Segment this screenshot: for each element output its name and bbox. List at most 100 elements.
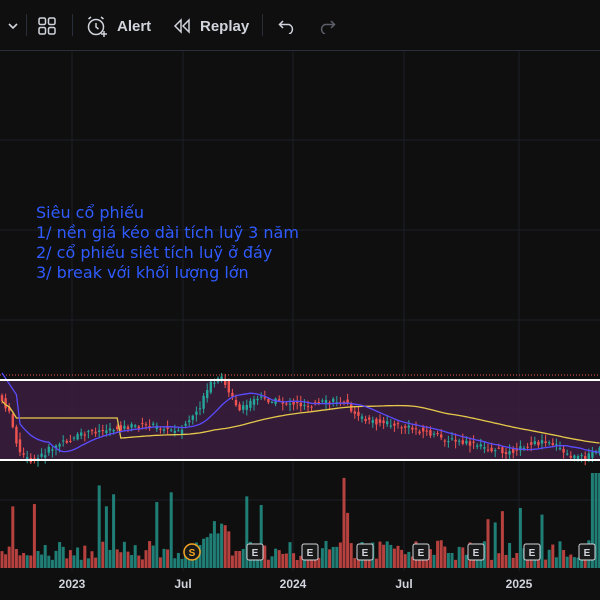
volume-bar [479, 559, 483, 568]
candle-body [569, 455, 572, 458]
alert-button[interactable]: Alert [85, 12, 151, 40]
undo-icon[interactable] [278, 12, 296, 40]
candle-body [332, 398, 335, 402]
earnings-marker-label: E [307, 548, 314, 559]
volume-bar [385, 541, 389, 568]
candle-body [98, 430, 101, 432]
volume-bar [151, 545, 155, 568]
candle-body [461, 440, 464, 444]
candle-body [450, 438, 454, 440]
volume-bar [108, 549, 112, 568]
volume-bar [288, 542, 292, 568]
x-tick-label: Jul [174, 577, 192, 591]
layout-grid-icon[interactable] [37, 12, 57, 40]
volume-bar [86, 558, 90, 568]
volume-bar [180, 558, 184, 568]
volume-bar [324, 540, 328, 568]
candle-body [119, 425, 122, 431]
volume-bar [115, 549, 119, 568]
candle-body [263, 397, 266, 399]
candle-body [551, 443, 554, 445]
volume-bar [4, 554, 8, 568]
candle-body [414, 428, 418, 430]
candle-body [170, 429, 173, 431]
alert-label: Alert [117, 17, 152, 35]
volume-bar [389, 544, 393, 568]
volume-bar [490, 559, 494, 568]
candle-body [321, 400, 324, 402]
volume-bar [436, 540, 440, 568]
volume-bar [90, 551, 94, 568]
redo-icon[interactable] [318, 12, 336, 40]
price-chart[interactable]: SEEEEEEE [0, 51, 600, 571]
candle-body [94, 431, 97, 434]
candle-body [360, 416, 364, 419]
volume-bar [216, 533, 220, 568]
volume-bar [400, 549, 404, 568]
volume-bar [227, 531, 231, 568]
volume-bar [234, 550, 238, 568]
volume-bar [284, 553, 288, 568]
candle-body [393, 423, 396, 426]
volume-bar [569, 554, 573, 568]
candle-body [468, 441, 472, 446]
candle-body [123, 425, 126, 429]
candle-body [386, 421, 389, 425]
volume-bar [155, 502, 159, 568]
volume-bar [504, 554, 508, 568]
volume-bar [450, 552, 454, 568]
candle-body [195, 411, 198, 415]
volume-bar [162, 548, 166, 568]
time-axis[interactable]: 2023 Jul 2024 Jul 2025 [0, 571, 600, 600]
candle-body [422, 427, 425, 432]
candle-body [306, 406, 310, 408]
candle-body [591, 452, 594, 458]
candle-body [490, 447, 493, 452]
candle-body [112, 429, 115, 432]
volume-bar [511, 557, 515, 568]
candle-body [65, 440, 68, 443]
candle-body [526, 446, 529, 448]
candle-body [191, 415, 194, 420]
volume-bar [40, 554, 44, 568]
volume-bar [378, 541, 382, 568]
volume-bar [126, 551, 130, 568]
volume-bar [551, 544, 555, 568]
candle-body [443, 440, 446, 442]
candle-body [389, 425, 392, 427]
chart-annotation[interactable]: Siêu cổ phiếu 1/ nền giá kéo dài tích lu… [36, 203, 299, 283]
volume-bar [461, 547, 465, 568]
volume-bar [65, 558, 69, 568]
volume-bar [338, 542, 342, 568]
candle-body [234, 400, 238, 406]
volume-bar [500, 511, 504, 568]
candle-body [573, 455, 576, 459]
volume-bar [202, 538, 206, 568]
volume-bar [454, 559, 458, 568]
volume-bar [43, 545, 47, 568]
candle-body [371, 420, 374, 423]
volume-bar [493, 522, 497, 568]
candle-body [173, 430, 176, 433]
volume-bar [0, 551, 4, 568]
candle-body [353, 411, 356, 414]
chevron-down-icon[interactable] [6, 12, 20, 40]
candle-body [519, 446, 522, 451]
candle-body [141, 423, 144, 425]
earnings-marker-label: E [584, 548, 591, 559]
volume-bar [212, 521, 216, 568]
candle-body [90, 430, 94, 432]
candle-body [22, 453, 25, 455]
candle-body [357, 411, 360, 416]
replay-button[interactable]: Replay [172, 12, 249, 40]
volume-bar [544, 559, 548, 568]
volume-bar [32, 504, 36, 568]
volume-bar [446, 553, 450, 568]
replay-label: Replay [200, 17, 250, 35]
volume-bar [72, 555, 76, 568]
volume-bar [497, 553, 501, 568]
volume-bar [407, 551, 411, 568]
candle-body [548, 442, 551, 444]
candle-body [249, 400, 252, 408]
candle-body [396, 423, 400, 425]
